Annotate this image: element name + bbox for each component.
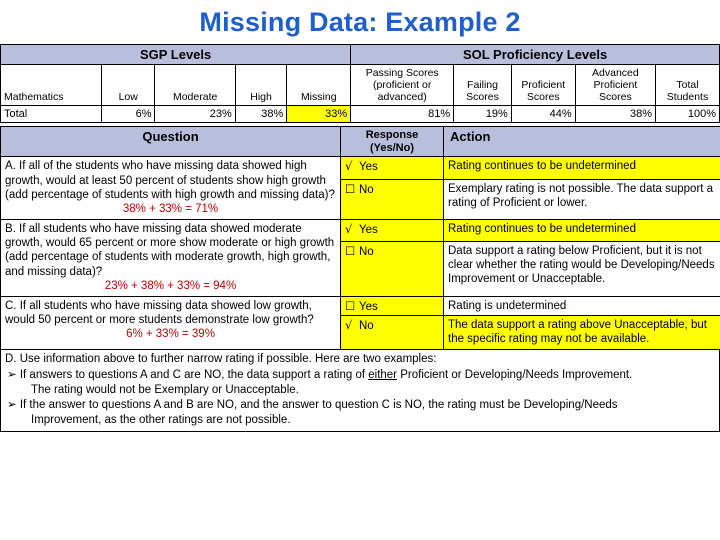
checkbox-icon: ☐ (345, 181, 356, 196)
col-high: High (234, 63, 288, 106)
action-b-yes: Rating continues to be undetermined (443, 218, 720, 242)
response-c-no[interactable]: √ No (340, 314, 444, 350)
question-a-math: 38% + 33% = 71% (122, 203, 219, 216)
col-proficient-scores: Proficient Scores (510, 63, 576, 106)
question-b-math: 23% + 38% + 33% = 94% (104, 280, 237, 293)
cell-proficient: 44% (510, 104, 576, 123)
response-header-line2: (Yes/No) (369, 141, 414, 154)
question-c-cell: C. If all students who have missing data… (0, 295, 341, 350)
cell-high: 38% (234, 104, 288, 123)
question-table-header-row: Question Response (Yes/No) Action (0, 125, 720, 158)
check-mark-icon: √ (345, 221, 353, 236)
col-advanced-proficient-scores: Advanced Proficient Scores (574, 63, 657, 106)
page-title: Missing Data: Example 2 (199, 7, 521, 37)
response-c-yes-label: Yes (359, 300, 378, 313)
response-a-yes[interactable]: √ Yes (340, 156, 444, 180)
arrow-bullet-icon: ➢ (7, 366, 17, 381)
col-total-students: Total Students (655, 63, 720, 106)
cell-missing: 33% (286, 104, 352, 123)
row-label-total: Total (0, 104, 102, 123)
action-b-no: Data support a rating below Proficient, … (443, 240, 720, 297)
question-b-text: B. If all students who have missing data… (5, 222, 335, 278)
table-row: B. If all students who have missing data… (0, 218, 720, 297)
notes-bullet-2-line2: Improvement, as the other ratings are no… (31, 414, 291, 427)
notes-lead: D. Use information above to further narr… (5, 352, 437, 365)
col-advanced-line3: Scores (599, 90, 632, 103)
notes-bullet-2-line1: If the answer to questions A and B are N… (19, 399, 618, 412)
col-total-line2: Students (666, 90, 709, 103)
question-c-text: C. If all students who have missing data… (5, 299, 314, 326)
response-a-no-label: No (359, 183, 374, 196)
checkbox-icon: ☐ (345, 298, 356, 313)
cell-failing: 19% (453, 104, 512, 123)
check-mark-icon: √ (345, 317, 353, 332)
col-passing-line2: (proficient or (373, 78, 432, 91)
table-column-header-row: Mathematics Low Moderate High Missing Pa… (0, 63, 720, 106)
question-a-cell: A. If all of the students who have missi… (0, 156, 341, 220)
notes-bullet-2: ➢ If the answer to questions A and B are… (5, 397, 715, 428)
col-mathematics: Mathematics (0, 63, 102, 106)
notes-section: D. Use information above to further narr… (0, 349, 720, 433)
checkbox-icon: ☐ (345, 243, 356, 258)
question-a-text: A. If all of the students who have missi… (5, 160, 335, 201)
response-b-no-label: No (359, 245, 374, 258)
cell-moderate: 23% (154, 104, 236, 123)
col-total-line1: Total (676, 78, 699, 91)
response-b-no[interactable]: ☐ No (340, 240, 444, 297)
sgp-levels-header: SGP Levels (0, 43, 352, 65)
action-header: Action (443, 125, 720, 158)
sol-levels-header: SOL Proficiency Levels (350, 43, 720, 65)
table-row: A. If all of the students who have missi… (0, 156, 720, 220)
sgp-sol-table: SGP Levels SOL Proficiency Levels Mathem… (0, 43, 720, 123)
arrow-bullet-icon: ➢ (7, 397, 17, 412)
action-c-no: The data support a rating above Unaccept… (443, 314, 720, 350)
notes-bullet-1-post: Proficient or Developing/Needs Improveme… (397, 368, 633, 381)
slide-page: Missing Data: Example 2 SGP Levels SOL P… (0, 0, 720, 540)
action-a-yes: Rating continues to be undetermined (443, 156, 720, 180)
response-a-yes-label: Yes (359, 161, 378, 174)
col-failing-line2: Scores (466, 90, 499, 103)
col-passing-line1: Passing Scores (365, 66, 439, 79)
col-advanced-line1: Advanced (592, 66, 639, 79)
question-header: Question (0, 125, 341, 158)
response-b-yes-label: Yes (359, 223, 378, 236)
notes-bullet-1: ➢ If answers to questions A and C are NO… (5, 367, 715, 398)
col-failing-line1: Failing (467, 78, 498, 91)
action-a-no: Exemplary rating is not possible. The da… (443, 178, 720, 220)
notes-bullet-1-line2: The rating would not be Exemplary or Una… (31, 383, 299, 396)
col-low: Low (100, 63, 156, 106)
col-advanced-line2: Proficient (593, 78, 638, 91)
response-c-no-label: No (359, 319, 374, 332)
col-proficient-line2: Scores (526, 90, 560, 103)
cell-low: 6% (100, 104, 156, 123)
notes-bullet-1-pre: If answers to questions A and C are NO, … (19, 368, 369, 381)
response-a-no[interactable]: ☐ No (340, 178, 444, 220)
table-row: Total 6% 23% 38% 33% 81% 19% 44% 38% 100… (0, 104, 720, 123)
notes-bullet-1-underline: either (368, 368, 398, 381)
table-row: C. If all students who have missing data… (0, 295, 720, 350)
response-header-line1: Response (365, 128, 419, 141)
cell-passing: 81% (350, 104, 455, 123)
cell-advanced: 38% (574, 104, 657, 123)
col-moderate: Moderate (154, 63, 236, 106)
table-group-header-row: SGP Levels SOL Proficiency Levels (0, 43, 720, 65)
col-failing-scores: Failing Scores (453, 63, 512, 106)
response-c-yes[interactable]: ☐ Yes (340, 295, 444, 316)
col-passing-line3: advanced) (377, 90, 427, 103)
question-action-table: Question Response (Yes/No) Action A. If … (0, 125, 720, 350)
question-c-math: 6% + 33% = 39% (126, 328, 215, 341)
col-passing-scores: Passing Scores (proficient or advanced) (350, 63, 455, 106)
col-proficient-line1: Proficient (521, 78, 566, 91)
response-header: Response (Yes/No) (340, 125, 444, 158)
col-missing: Missing (286, 63, 352, 106)
action-c-yes: Rating is undetermined (443, 295, 720, 316)
cell-total: 100% (655, 104, 720, 123)
check-mark-icon: √ (345, 159, 353, 174)
question-b-cell: B. If all students who have missing data… (0, 218, 341, 297)
response-b-yes[interactable]: √ Yes (340, 218, 444, 242)
